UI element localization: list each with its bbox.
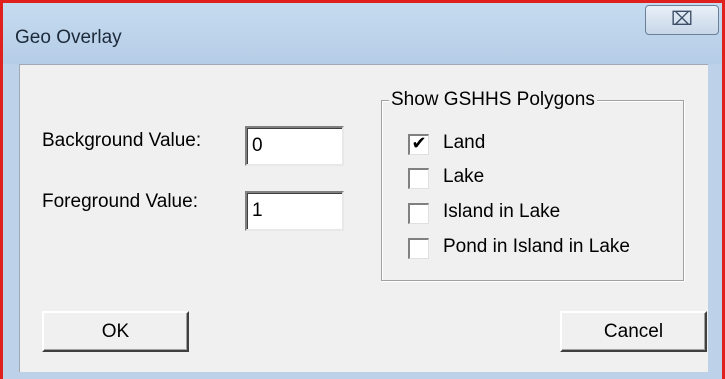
ok-button[interactable]: OK bbox=[42, 311, 189, 352]
land-checkbox[interactable]: ✔ bbox=[408, 133, 429, 155]
foreground-value-field[interactable]: 1 bbox=[245, 191, 344, 231]
dialog-content: Background Value: 0 Foreground Value: 1 … bbox=[19, 64, 708, 372]
lake-checkbox[interactable] bbox=[408, 168, 429, 189]
gshhs-polygons-legend: Show GSHHS Polygons bbox=[389, 89, 597, 111]
window-title: Geo Overlay bbox=[15, 27, 122, 48]
dialog-window: Geo Overlay ⌧ Background Value: 0 Foregr… bbox=[0, 0, 725, 379]
checkmark-icon: ✔ bbox=[411, 133, 427, 153]
pond-in-island-in-lake-checkbox[interactable] bbox=[408, 238, 429, 259]
lake-label: Lake bbox=[443, 166, 485, 187]
foreground-value-label: Foreground Value: bbox=[42, 191, 198, 212]
land-label: Land bbox=[443, 132, 486, 153]
island-in-lake-checkbox[interactable] bbox=[408, 203, 429, 224]
background-value-field[interactable]: 0 bbox=[245, 126, 344, 166]
title-bar[interactable]: Geo Overlay ⌧ bbox=[3, 3, 722, 64]
cancel-button[interactable]: Cancel bbox=[560, 311, 707, 352]
island-in-lake-label: Island in Lake bbox=[443, 201, 561, 222]
background-value-label: Background Value: bbox=[42, 130, 202, 151]
close-button[interactable]: ⌧ bbox=[645, 5, 719, 35]
pond-in-island-in-lake-label: Pond in Island in Lake bbox=[443, 236, 630, 257]
close-icon: ⌧ bbox=[671, 9, 693, 30]
